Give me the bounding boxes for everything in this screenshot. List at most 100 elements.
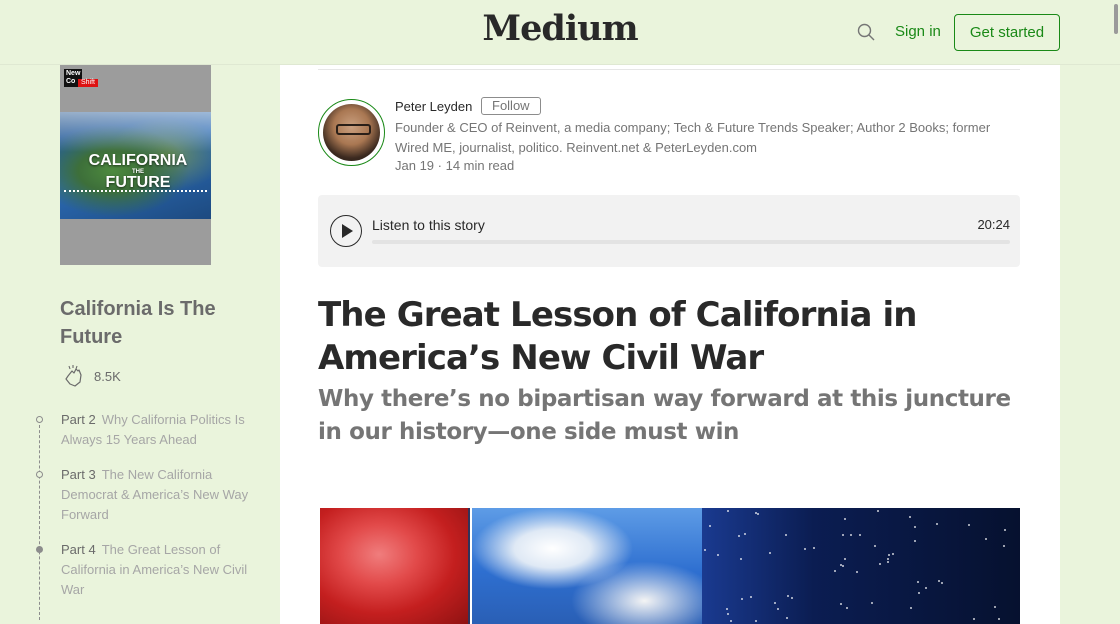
star-dot: [741, 598, 743, 600]
star-dot: [842, 565, 844, 567]
audio-duration: 20:24: [977, 217, 1010, 232]
star-dot: [844, 518, 846, 520]
star-dot: [938, 580, 940, 582]
star-dot: [892, 553, 894, 555]
timeline-dot: [36, 471, 43, 478]
star-dot: [1003, 545, 1005, 547]
star-dot: [917, 581, 919, 583]
star-dot: [804, 548, 806, 550]
star-dot: [755, 512, 757, 514]
clap-count: 8.5K: [94, 368, 121, 384]
star-dot: [738, 535, 740, 537]
star-dot: [769, 552, 771, 554]
sign-in-link[interactable]: Sign in: [895, 23, 941, 40]
hero-space-panel: [702, 508, 1020, 624]
star-dot: [918, 592, 920, 594]
listen-label: Listen to this story: [372, 217, 485, 233]
medium-logo[interactable]: Medium: [0, 8, 1120, 49]
author-avatar-ring: [318, 99, 385, 166]
star-dot: [998, 618, 1000, 620]
star-dot: [842, 534, 844, 536]
star-dot: [968, 524, 970, 526]
scrollbar-thumb[interactable]: [1114, 4, 1118, 34]
star-dot: [887, 558, 889, 560]
star-dot: [709, 525, 711, 527]
star-dot: [925, 587, 927, 589]
get-started-button[interactable]: Get started: [954, 14, 1060, 51]
follow-button[interactable]: Follow: [481, 97, 541, 115]
clap-icon[interactable]: [60, 362, 88, 390]
star-dot: [846, 607, 848, 609]
series-title[interactable]: California Is The Future: [60, 295, 250, 351]
star-dot: [777, 608, 779, 610]
star-dot: [914, 526, 916, 528]
clap-row: 8.5K: [60, 362, 121, 390]
star-dot: [704, 549, 706, 551]
audio-player: Listen to this story 20:24: [318, 195, 1020, 267]
post-meta: Jan 19 · 14 min read: [395, 158, 515, 173]
article-panel: Peter Leyden Follow Founder & CEO of Rei…: [280, 65, 1060, 624]
author-bio: Founder & CEO of Reinvent, a media compa…: [395, 120, 991, 155]
star-dot: [879, 563, 881, 565]
author-avatar[interactable]: [323, 104, 380, 161]
star-dot: [856, 571, 858, 573]
star-dot: [813, 547, 815, 549]
star-dot: [994, 606, 996, 608]
star-dot: [834, 570, 836, 572]
timeline-dot-active: [36, 546, 43, 553]
top-nav: Medium Sign in Get started: [0, 0, 1120, 65]
star-dot: [936, 523, 938, 525]
star-dot: [840, 603, 842, 605]
star-dot: [727, 613, 729, 615]
star-dot: [910, 607, 912, 609]
star-dot: [914, 540, 916, 542]
divider: [318, 69, 1020, 70]
series-parts-list: Part 2 Why California Politics Is Always …: [36, 410, 256, 620]
series-cover-image[interactable]: New Co Shift CALIFORNIA THE FUTURE: [60, 65, 211, 265]
star-dot: [717, 554, 719, 556]
cover-dotted-line: [64, 190, 207, 192]
series-part-3[interactable]: Part 3 The New California Democrat & Amer…: [36, 465, 256, 525]
star-dot: [750, 596, 752, 598]
shift-badge: Shift: [78, 79, 99, 87]
author-name[interactable]: Peter Leyden: [395, 99, 472, 114]
star-dot: [909, 516, 911, 518]
star-dot: [859, 534, 861, 536]
star-dot: [774, 602, 776, 604]
star-dot: [755, 620, 757, 622]
star-dot: [941, 582, 943, 584]
star-dot: [730, 620, 732, 622]
timeline-dot: [36, 416, 43, 423]
play-icon[interactable]: [330, 215, 362, 247]
star-dot: [985, 538, 987, 540]
article-subtitle: Why there’s no bipartisan way forward at…: [318, 386, 1011, 445]
search-icon[interactable]: [856, 22, 876, 42]
star-dot: [844, 558, 846, 560]
cover-title: CALIFORNIA THE FUTURE: [88, 152, 188, 191]
star-dot: [874, 545, 876, 547]
audio-progress-bar[interactable]: [372, 240, 1010, 244]
star-dot: [871, 602, 873, 604]
star-dot: [850, 534, 852, 536]
article-title: The Great Lesson of California in Americ…: [318, 295, 917, 378]
star-dot: [740, 558, 742, 560]
star-dot: [887, 561, 889, 563]
hero-sky-panel: [472, 508, 702, 624]
star-dot: [744, 533, 746, 535]
star-dot: [791, 597, 793, 599]
star-dot: [1004, 529, 1006, 531]
star-dot: [786, 617, 788, 619]
star-dot: [785, 534, 787, 536]
star-dot: [727, 510, 729, 512]
series-part-2[interactable]: Part 2 Why California Politics Is Always …: [36, 410, 256, 450]
star-dot: [726, 608, 728, 610]
hero-red-panel: [320, 508, 470, 624]
star-dot: [757, 513, 759, 515]
star-dot: [888, 554, 890, 556]
star-dot: [973, 618, 975, 620]
hero-image[interactable]: [320, 508, 1020, 624]
series-part-4[interactable]: Part 4 The Great Lesson of California in …: [36, 540, 256, 600]
star-dot: [787, 595, 789, 597]
star-dot: [877, 510, 879, 512]
star-dot: [840, 564, 842, 566]
